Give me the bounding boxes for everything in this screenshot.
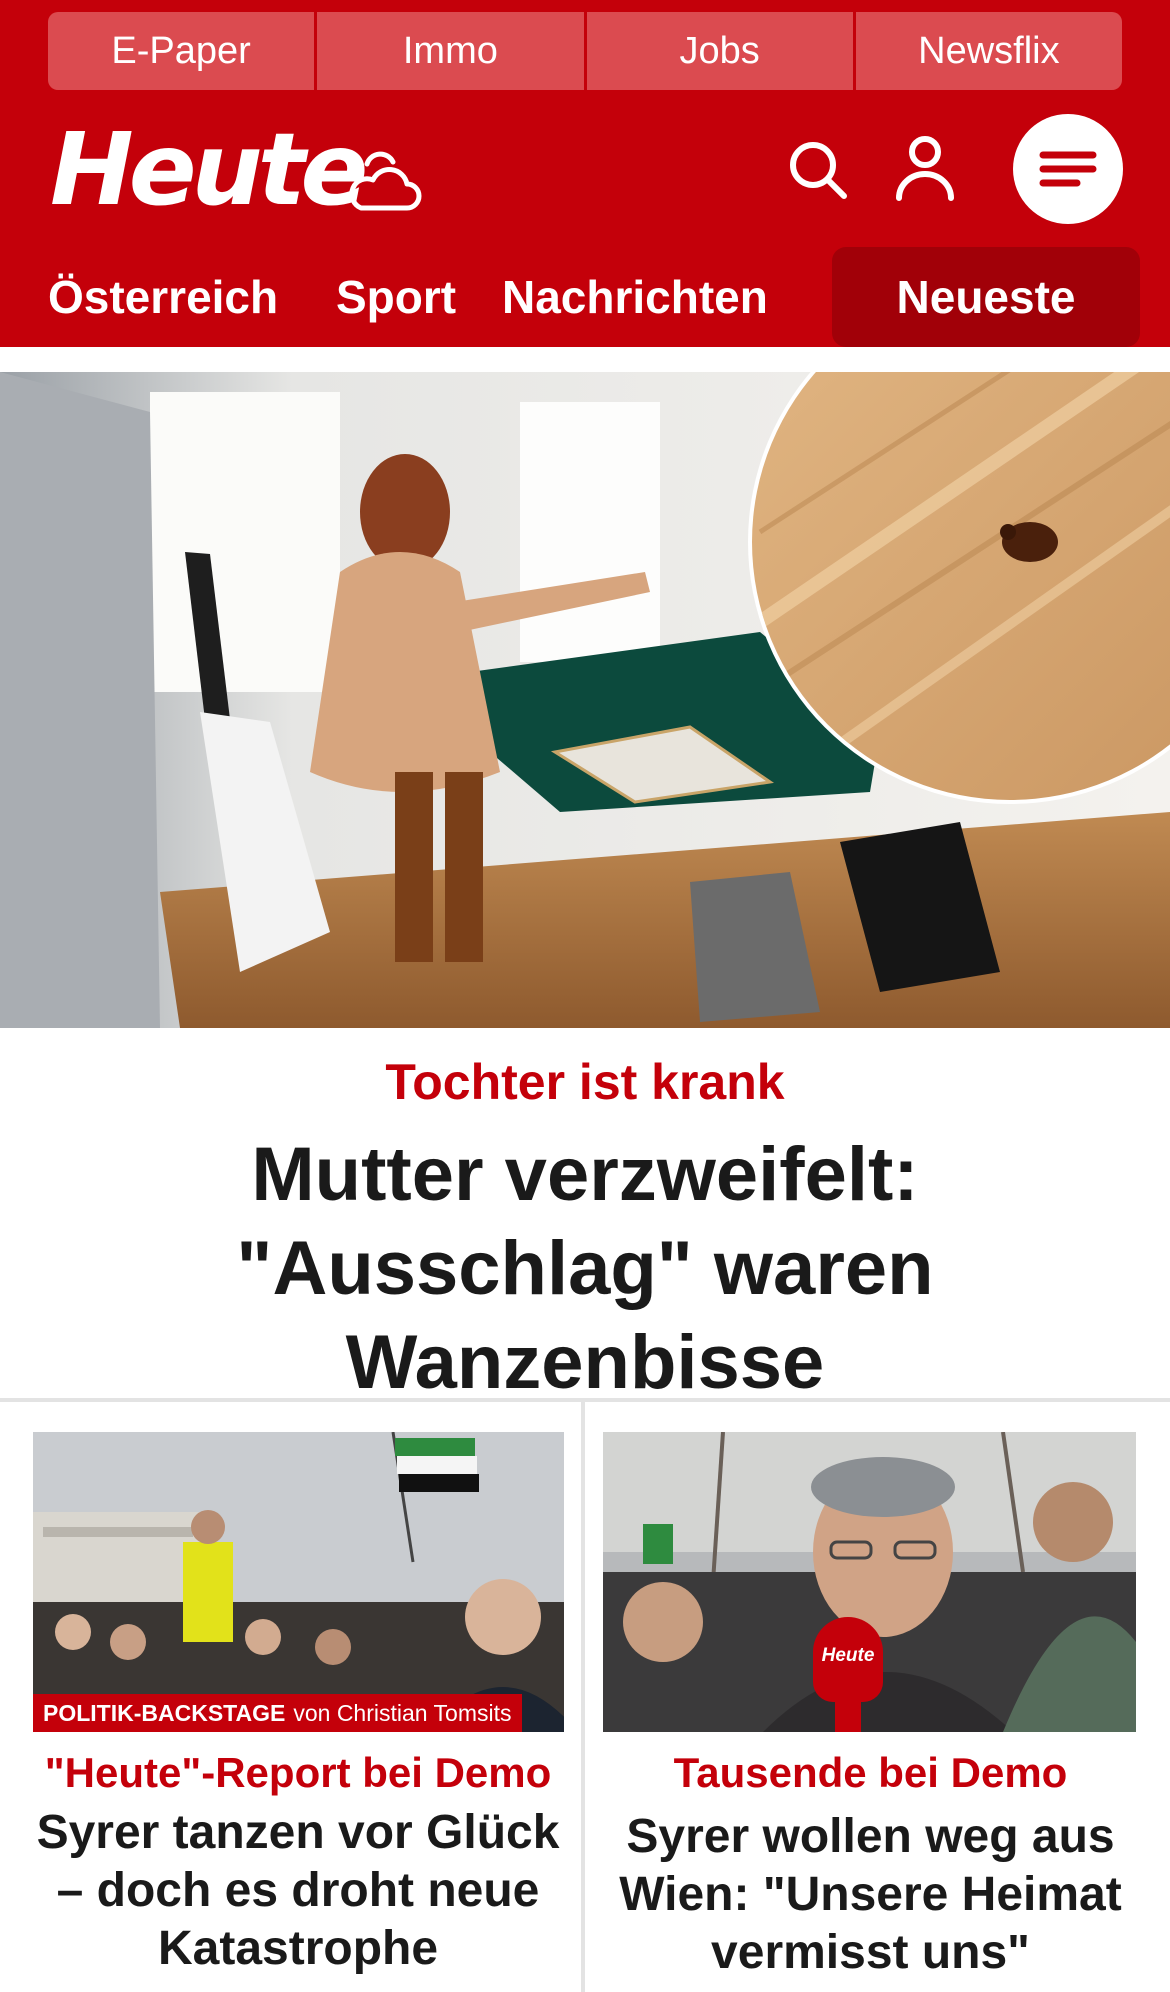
column-divider bbox=[581, 1402, 585, 1992]
user-icon[interactable] bbox=[893, 134, 957, 202]
microphone: Heute bbox=[813, 1617, 883, 1732]
backstage-author: von Christian Tomsits bbox=[293, 1699, 512, 1726]
teaser-kicker: "Heute"-Report bei Demo bbox=[44, 1749, 552, 1796]
site-header: E-Paper Immo Jobs Newsflix Heute Österre… bbox=[0, 0, 1170, 347]
weather-cloud-icon[interactable] bbox=[345, 150, 425, 220]
backstage-label: POLITIK-BACKSTAGE bbox=[43, 1699, 286, 1726]
menu-button[interactable] bbox=[1013, 114, 1123, 224]
topnav-newsflix[interactable]: Newsflix bbox=[855, 12, 1122, 90]
search-icon[interactable] bbox=[786, 138, 850, 202]
teaser-title: Syrer tanzen vor Glück – doch es droht n… bbox=[36, 1806, 560, 1975]
teaser-kicker: Tausende bei Demo bbox=[673, 1749, 1068, 1796]
teaser-image: Heute bbox=[603, 1432, 1136, 1732]
teaser-title: Syrer wollen weg aus Wien: "Unsere Heima… bbox=[619, 1810, 1122, 1979]
section-neueste[interactable]: Neueste bbox=[832, 247, 1140, 347]
site-logo[interactable]: Heute bbox=[50, 120, 368, 220]
topnav-epaper[interactable]: E-Paper bbox=[48, 12, 315, 90]
topnav-jobs[interactable]: Jobs bbox=[586, 12, 853, 90]
hero-title: Mutter verzweifelt: "Ausschlag" waren Wa… bbox=[236, 1132, 934, 1405]
divider bbox=[0, 1398, 1170, 1402]
mic-logo: Heute bbox=[821, 1645, 875, 1666]
hero-photo bbox=[0, 372, 1170, 1028]
hero-image bbox=[0, 372, 1170, 1028]
top-service-nav: E-Paper Immo Jobs Newsflix bbox=[48, 12, 1122, 90]
section-nachrichten[interactable]: Nachrichten bbox=[502, 247, 768, 347]
topnav-immo[interactable]: Immo bbox=[317, 12, 584, 90]
section-oesterreich[interactable]: Österreich bbox=[48, 247, 278, 347]
hero-kicker: Tochter ist krank bbox=[385, 1054, 785, 1110]
teaser-image: POLITIK-BACKSTAGE von Christian Tomsits bbox=[33, 1432, 564, 1732]
section-sport[interactable]: Sport bbox=[336, 247, 456, 347]
backstage-badge: POLITIK-BACKSTAGE von Christian Tomsits bbox=[33, 1694, 522, 1732]
demo-photo bbox=[33, 1432, 564, 1732]
menu-icon bbox=[1039, 151, 1097, 187]
